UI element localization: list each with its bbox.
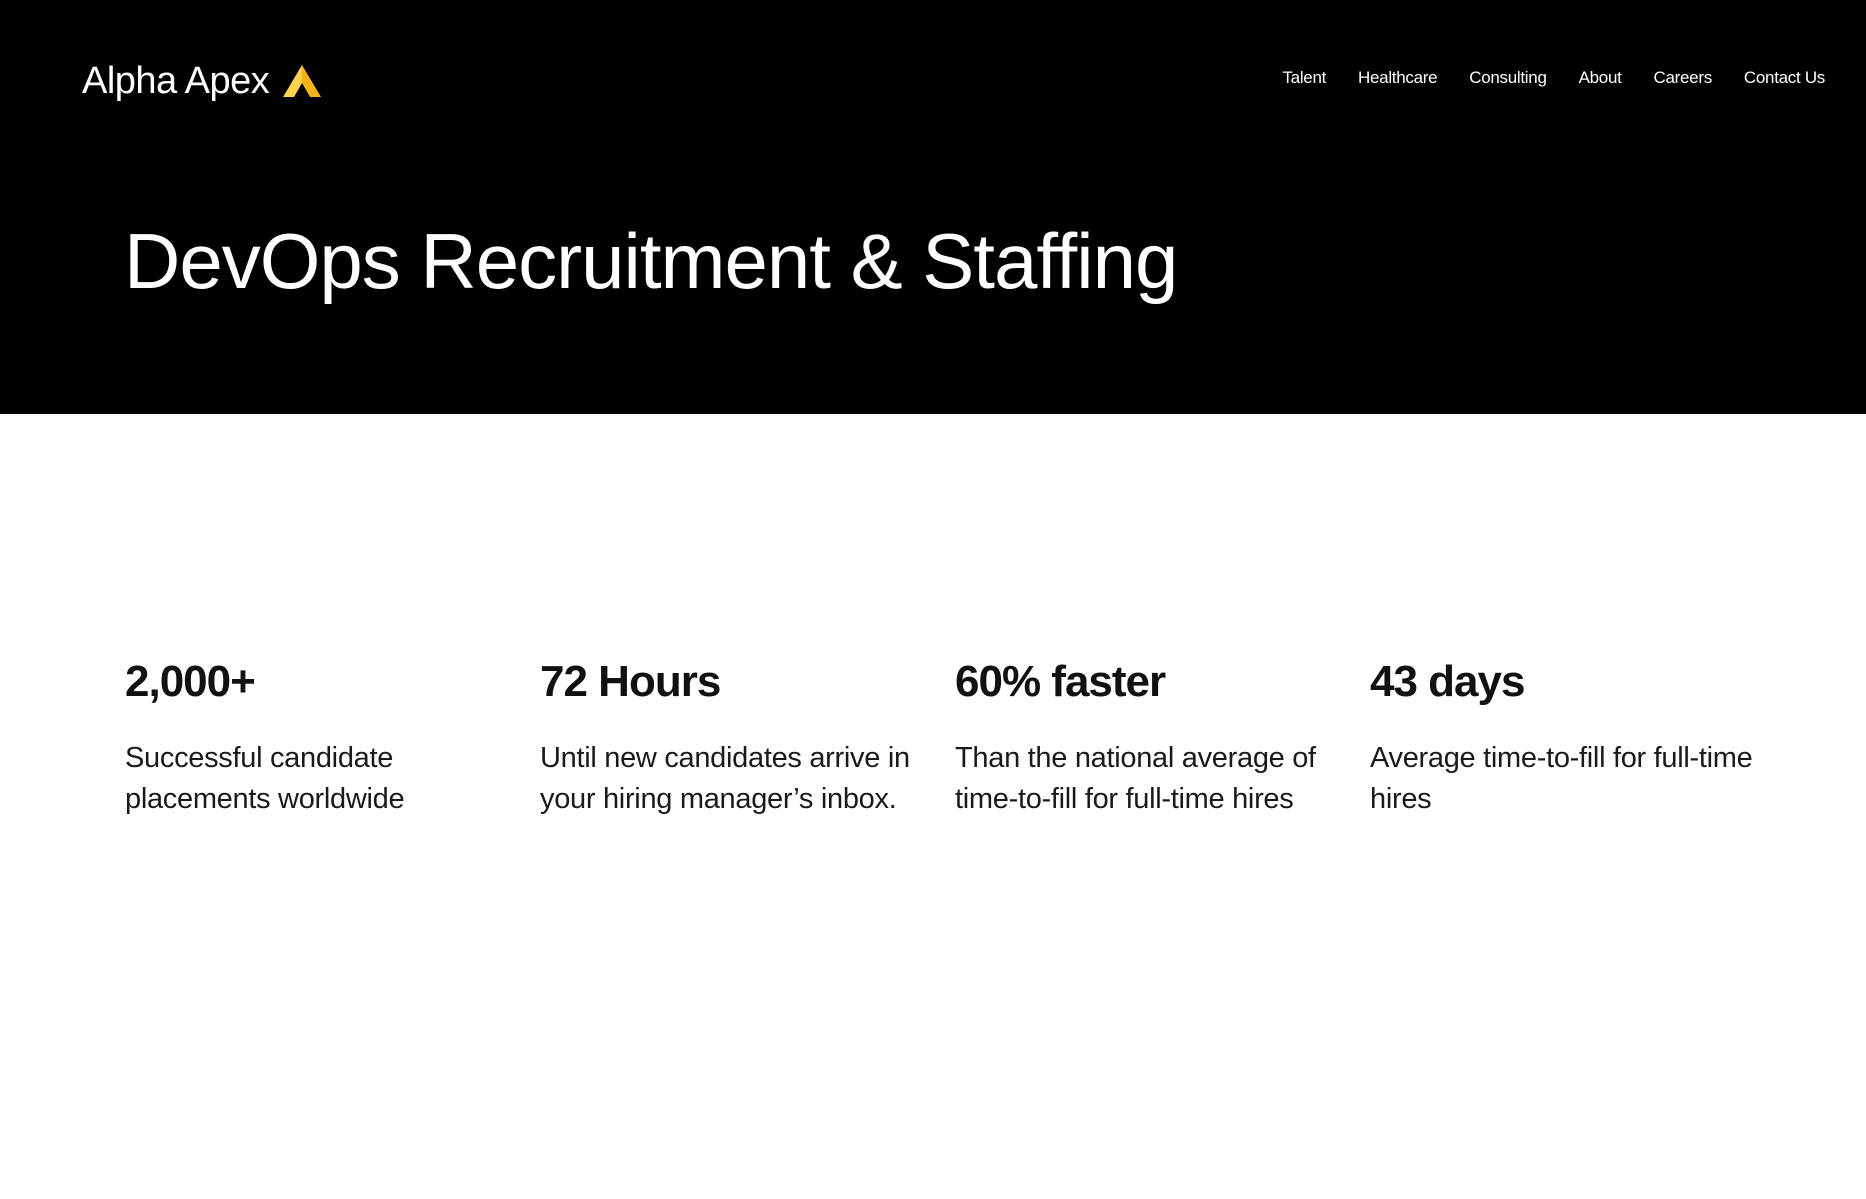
nav-contact-us[interactable]: Contact Us — [1744, 68, 1825, 88]
stat-value: 43 days — [1370, 657, 1525, 706]
hero-section: Alpha Apex Talent Healthcare Consulting … — [0, 0, 1866, 414]
apex-logo-icon — [283, 65, 322, 97]
stat-description: Than the national average of time-to-fil… — [955, 742, 1316, 815]
stat-time-to-fill: 43 days Average time-to-fill for full-ti… — [1370, 660, 1785, 820]
stat-speed: 60% faster Than the national average of … — [955, 660, 1370, 820]
logo-text: Alpha Apex — [82, 59, 270, 102]
logo-link[interactable]: Alpha Apex — [82, 56, 323, 106]
stat-description: Until new candidates arrive in your hiri… — [540, 742, 910, 815]
page: Alpha Apex Talent Healthcare Consulting … — [0, 0, 1866, 1199]
page-title: DevOps Recruitment & Staffing — [124, 217, 1178, 305]
stat-value: 2,000+ — [125, 657, 256, 706]
main-nav: Talent Healthcare Consulting About Caree… — [1282, 68, 1825, 88]
nav-talent[interactable]: Talent — [1282, 68, 1326, 88]
stat-value: 60% faster — [955, 657, 1166, 706]
nav-healthcare[interactable]: Healthcare — [1358, 68, 1438, 88]
stat-turnaround: 72 Hours Until new candidates arrive in … — [540, 660, 955, 820]
stat-description: Successful candidate placements worldwid… — [125, 742, 405, 815]
stat-placements: 2,000+ Successful candidate placements w… — [125, 660, 540, 820]
stat-description: Average time-to-fill for full-time hires — [1370, 742, 1753, 815]
stats-section: 2,000+ Successful candidate placements w… — [125, 660, 1785, 820]
nav-about[interactable]: About — [1579, 68, 1622, 88]
nav-consulting[interactable]: Consulting — [1469, 68, 1547, 88]
nav-careers[interactable]: Careers — [1654, 68, 1713, 88]
stat-value: 72 Hours — [540, 657, 721, 706]
